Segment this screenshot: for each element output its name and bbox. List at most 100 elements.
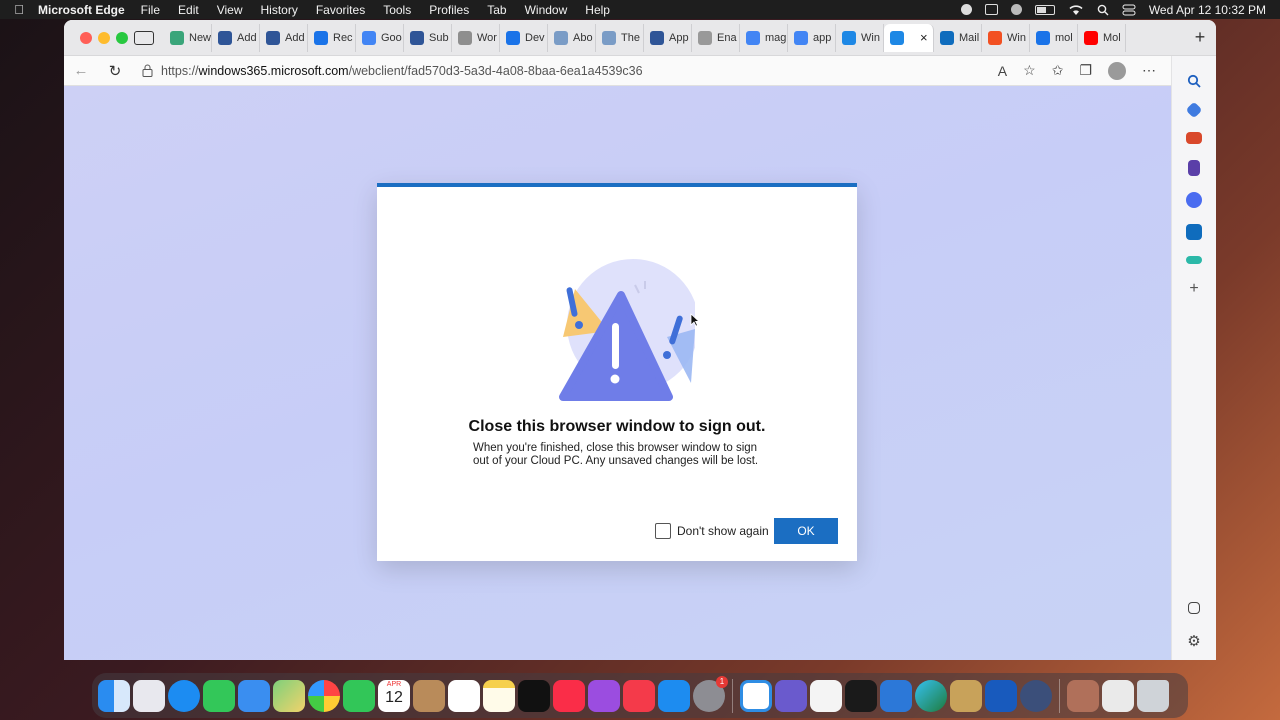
edge-icon[interactable] <box>915 679 947 712</box>
add-favorite-icon[interactable]: ☆ <box>1023 62 1036 79</box>
trash-icon[interactable] <box>1137 679 1169 712</box>
tab-actions-icon[interactable] <box>134 30 154 45</box>
checkbox-box[interactable] <box>655 523 671 539</box>
remote-desktop-icon[interactable] <box>740 679 772 712</box>
safari-icon[interactable] <box>168 679 200 712</box>
tab[interactable]: App <box>644 23 692 52</box>
apple-icon[interactable]:  <box>0 2 38 17</box>
photos-icon[interactable] <box>308 679 340 712</box>
read-aloud-icon[interactable]: A <box>998 63 1007 79</box>
word-icon[interactable] <box>985 679 1017 712</box>
app-status-icon[interactable] <box>1010 4 1022 15</box>
search-icon[interactable] <box>1187 74 1201 88</box>
tools-briefcase-icon[interactable] <box>1186 132 1202 144</box>
menubar-clock[interactable]: Wed Apr 12 10:32 PM <box>1149 3 1266 17</box>
tab[interactable]: Abo <box>548 23 596 52</box>
ok-button[interactable]: OK <box>774 518 838 544</box>
outlook-icon[interactable] <box>1186 224 1202 240</box>
music-icon[interactable] <box>553 679 585 712</box>
mail-icon[interactable] <box>238 679 270 712</box>
tab[interactable]: The <box>596 23 644 52</box>
system-settings-icon[interactable]: 1 <box>693 675 728 712</box>
tab[interactable]: Add <box>260 23 308 52</box>
tab[interactable]: Dev <box>500 23 548 52</box>
fullscreen-window-button[interactable] <box>116 31 128 44</box>
drop-icon[interactable] <box>1186 256 1202 264</box>
menu-file[interactable]: File <box>141 3 160 17</box>
app-store-icon[interactable] <box>658 679 690 712</box>
spotlight-search-icon[interactable] <box>1097 4 1109 16</box>
back-button[interactable]: ← <box>64 62 98 79</box>
tab-label: Win <box>861 31 880 44</box>
collections-icon[interactable]: ❐ <box>1079 62 1092 79</box>
microsoft-365-icon[interactable] <box>1186 192 1202 208</box>
menu-view[interactable]: View <box>217 3 243 17</box>
calendar-icon[interactable]: APR 12 <box>378 679 410 712</box>
hide-sidebar-icon[interactable] <box>1187 602 1200 614</box>
podcasts-icon[interactable] <box>588 679 620 712</box>
launchpad-icon[interactable] <box>133 679 165 712</box>
lock-icon[interactable] <box>142 64 153 77</box>
recent-document-thumbnail[interactable] <box>1067 679 1099 712</box>
screen-mirror-icon[interactable] <box>984 4 998 15</box>
control-center-icon[interactable] <box>1122 4 1136 16</box>
battery-icon[interactable] <box>1034 4 1055 15</box>
tab[interactable]: Add <box>212 23 260 52</box>
menu-profiles[interactable]: Profiles <box>429 3 469 17</box>
tab[interactable]: Rec <box>308 23 356 52</box>
menu-favorites[interactable]: Favorites <box>316 3 365 17</box>
console-icon[interactable] <box>845 679 877 712</box>
games-icon[interactable] <box>1188 160 1200 176</box>
menu-edit[interactable]: Edit <box>178 3 199 17</box>
tab[interactable]: Win <box>836 23 884 52</box>
downloads-stack-icon[interactable] <box>1102 679 1134 712</box>
notes-icon[interactable] <box>483 679 515 712</box>
new-tab-button[interactable]: + <box>1184 27 1216 48</box>
app-icon-purple[interactable] <box>775 679 807 712</box>
close-tab-icon[interactable]: × <box>920 30 928 45</box>
menu-help[interactable]: Help <box>585 3 610 17</box>
tab[interactable]: Ena <box>692 23 740 52</box>
menu-tools[interactable]: Tools <box>383 3 411 17</box>
facetime-icon[interactable] <box>343 679 375 712</box>
minimize-window-button[interactable] <box>98 31 110 44</box>
apple-tv-icon[interactable] <box>518 679 550 712</box>
close-window-button[interactable] <box>80 31 92 44</box>
quicktime-icon[interactable] <box>1020 679 1052 712</box>
messages-icon[interactable] <box>203 679 235 712</box>
tab[interactable]: Wor <box>452 23 500 52</box>
settings-more-icon[interactable]: ⋯ <box>1142 62 1156 79</box>
xcode-icon[interactable] <box>880 679 912 712</box>
news-icon[interactable] <box>623 679 655 712</box>
reload-button[interactable]: ↻ <box>98 62 132 80</box>
contacts-icon[interactable] <box>413 679 445 712</box>
sidebar-settings-gear-icon[interactable]: ⚙ <box>1187 632 1200 650</box>
wifi-icon[interactable] <box>1068 4 1084 16</box>
tab[interactable]: Goo <box>356 23 404 52</box>
tab[interactable]: Mol <box>1078 23 1126 52</box>
dont-show-again-checkbox[interactable]: Don't show again <box>655 523 769 539</box>
screen-record-icon[interactable] <box>960 4 972 15</box>
preview-icon[interactable] <box>950 679 982 712</box>
tab[interactable]: Sub <box>404 23 452 52</box>
tab[interactable]: New <box>164 23 212 52</box>
menu-window[interactable]: Window <box>525 3 568 17</box>
textedit-icon[interactable] <box>810 679 842 712</box>
profile-avatar[interactable] <box>1108 61 1126 80</box>
tab[interactable]: app <box>788 23 836 52</box>
menu-history[interactable]: History <box>261 3 298 17</box>
shopping-tag-icon[interactable] <box>1185 101 1203 119</box>
reminders-icon[interactable] <box>448 679 480 712</box>
url-input[interactable]: https://windows365.microsoft.com/webclie… <box>132 59 998 83</box>
favorites-icon[interactable]: ✩ <box>1052 62 1064 79</box>
tab[interactable]: mol <box>1030 23 1078 52</box>
add-sidebar-app-icon[interactable]: + <box>1189 280 1198 298</box>
menu-tab[interactable]: Tab <box>487 3 506 17</box>
tab[interactable]: mag <box>740 23 788 52</box>
maps-icon[interactable] <box>273 679 305 712</box>
menu-app-name[interactable]: Microsoft Edge <box>38 3 125 17</box>
tab-active[interactable]: × <box>884 23 934 52</box>
tab[interactable]: Mail <box>934 23 982 52</box>
tab[interactable]: Win <box>982 23 1030 52</box>
finder-icon[interactable] <box>98 679 130 712</box>
